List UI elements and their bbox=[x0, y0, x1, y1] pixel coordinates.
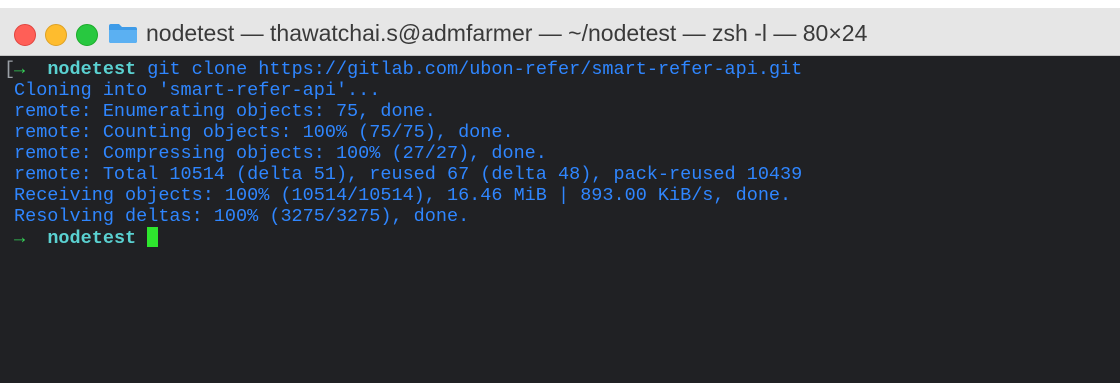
prompt-arrow-icon: → bbox=[14, 228, 26, 249]
title-container: nodetest — thawatchai.s@admfarmer — ~/no… bbox=[0, 8, 1120, 56]
folder-icon bbox=[109, 24, 137, 43]
terminal-line-7: Receiving objects: 100% (10514/10514), 1… bbox=[14, 185, 792, 206]
title-bar[interactable]: nodetest — thawatchai.s@admfarmer — ~/no… bbox=[0, 8, 1120, 56]
desktop-strip bbox=[0, 0, 1120, 8]
terminal-line-6: remote: Total 10514 (delta 51), reused 6… bbox=[14, 164, 803, 185]
window-title: nodetest — thawatchai.s@admfarmer — ~/no… bbox=[146, 20, 868, 46]
prompt-directory: nodetest bbox=[47, 59, 137, 80]
terminal-line-3: remote: Enumerating objects: 75, done. bbox=[14, 101, 436, 122]
terminal-line-9: → nodetest bbox=[14, 227, 159, 249]
terminal-window: nodetest — thawatchai.s@admfarmer — ~/no… bbox=[0, 0, 1120, 383]
prompt-arrow-icon: → bbox=[14, 59, 26, 80]
command-text: git clone https://gitlab.com/ubon-refer/… bbox=[136, 59, 803, 80]
terminal-line-5: remote: Compressing objects: 100% (27/27… bbox=[14, 143, 547, 164]
terminal-line-4: remote: Counting objects: 100% (75/75), … bbox=[14, 122, 514, 143]
terminal-content[interactable]: [ → nodetest git clone https://gitlab.co… bbox=[0, 56, 1120, 383]
text-cursor bbox=[147, 227, 159, 247]
terminal-line-8: Resolving deltas: 100% (3275/3275), done… bbox=[14, 206, 470, 227]
terminal-line-2: Cloning into 'smart-refer-api'... bbox=[14, 80, 381, 101]
terminal-line-1: → nodetest git clone https://gitlab.com/… bbox=[14, 59, 802, 80]
prompt-directory: nodetest bbox=[47, 228, 137, 249]
